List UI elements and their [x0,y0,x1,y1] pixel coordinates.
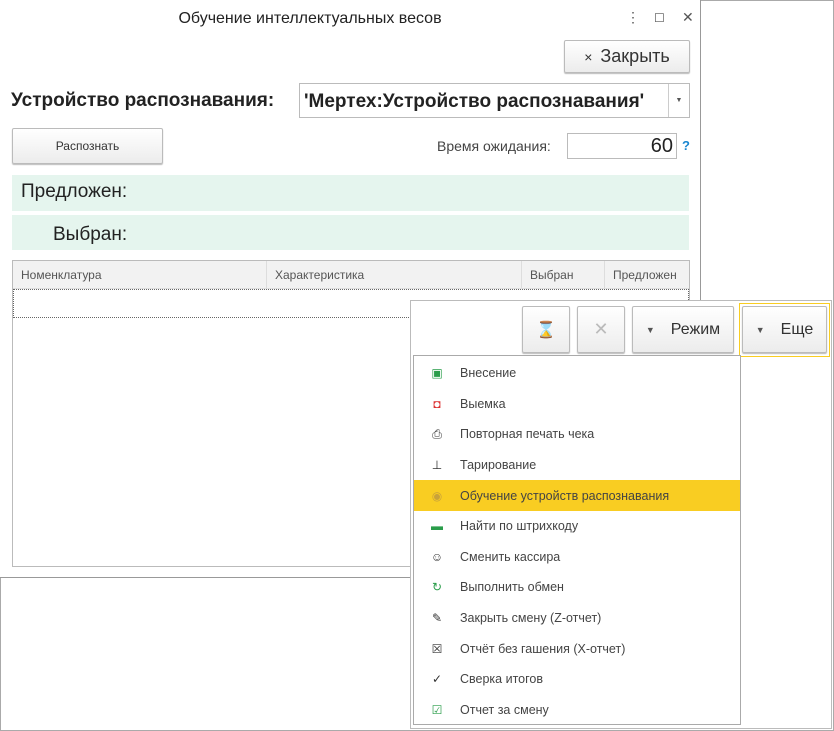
menu-item-icon: ☑ [431,702,443,717]
menu-item-label: Повторная печать чека [460,427,595,442]
table-header: Номенклатура Характеристика Выбран Предл… [13,261,689,289]
selected-panel: Выбран: [12,215,689,250]
col-characteristic[interactable]: Характеристика [267,261,522,288]
menu-item[interactable]: ☒ Отчёт без гашения (X-отчет) [414,633,740,664]
menu-item[interactable]: ↻ Выполнить обмен [414,572,740,603]
menu-item-label: Внесение [460,366,517,381]
menu-item-label: Сменить кассира [460,549,561,564]
close-x-icon: × [584,48,593,65]
menu-item[interactable]: ◉ Обучение устройств распознавания [414,480,740,511]
menu-item-label: Найти по штрихкоду [460,519,579,534]
menu-item[interactable]: ☺ Сменить кассира [414,542,740,573]
menu-item-label: Закрыть смену (Z-отчет) [460,611,602,626]
device-value: 'Мертех:Устройство распознавания' [304,91,645,112]
menu-item[interactable]: ☑ Отчет за смену [414,695,740,726]
menu-item-label: Обучение устройств распознавания [460,488,670,503]
wait-button[interactable]: ⌛ [522,306,570,353]
suggested-label: Предложен: [21,181,128,202]
suggested-panel: Предложен: [12,175,689,211]
menu-item[interactable]: ▣ Внесение [414,358,740,389]
dropdown-icon[interactable]: ▼ [668,84,689,117]
menu-item[interactable]: ⊥ Тарирование [414,450,740,481]
mode-label: Режим [670,320,721,338]
timeout-input[interactable]: 60 [567,133,677,159]
menu-item[interactable]: ◘ Выемка [414,389,740,420]
cancel-icon: ✕ [593,319,609,339]
recognize-button[interactable]: Распознать [12,128,163,164]
menu-item[interactable]: ⎙ Повторная печать чека [414,419,740,450]
menu-item[interactable]: ✎ Закрыть смену (Z-отчет) [414,603,740,634]
mode-button[interactable]: ▼ Режим [632,306,734,353]
menu-item-icon: ✎ [431,611,443,626]
col-nomenclature[interactable]: Номенклатура [13,261,267,288]
col-suggested[interactable]: Предложен [605,261,689,288]
help-icon[interactable]: ? [682,138,690,153]
close-button-label: Закрыть [600,46,670,66]
triangle-down-icon: ▼ [645,324,655,335]
timeout-label: Время ожидания: [437,138,551,154]
more-icon[interactable]: ⋮ [626,9,640,26]
menu-item-icon: ☒ [431,641,443,656]
more-menu: ▣ Внесение ◘ Выемка ⎙ Повторная печать чека ⊥ Т… [413,355,741,725]
menu-item-icon: ▣ [431,366,443,381]
triangle-down-icon: ▼ [755,324,765,335]
menu-item-label: Выемка [460,396,506,411]
timeout-value: 60 [650,135,673,157]
menu-item-label: Отчет за смену [460,702,549,717]
menu-item-icon: ⎙ [432,426,442,441]
close-button[interactable]: × Закрыть [564,40,690,73]
device-select[interactable]: 'Мертех:Устройство распознавания' ▼ [299,83,690,118]
menu-item-label: Тарирование [460,458,537,473]
selected-label: Выбран: [53,224,128,245]
menu-item-icon: ◉ [431,488,443,503]
menu-item-label: Выполнить обмен [460,580,564,595]
cancel-button[interactable]: ✕ [577,306,625,353]
close-icon[interactable]: ✕ [682,9,694,26]
menu-item[interactable]: ▬ Найти по штрихкоду [414,511,740,542]
menu-item-icon: ↻ [431,580,443,595]
menu-item-icon: ☺ [430,549,444,564]
device-label: Устройство распознавания: [11,90,275,111]
more-button[interactable]: ▼ Еще [742,306,827,353]
menu-item-icon: ⊥ [431,458,443,473]
col-selected[interactable]: Выбран [522,261,605,288]
menu-item-label: Отчёт без гашения (X-отчет) [460,641,626,656]
menu-item-label: Сверка итогов [460,672,543,687]
menu-item[interactable]: ✓ Сверка итогов [414,664,740,695]
menu-item-icon: ✓ [431,672,443,687]
more-label: Еще [780,320,814,338]
hourglass-icon: ⌛ [536,321,556,339]
maximize-icon[interactable]: ☐ [654,11,665,25]
window-title: Обучение интеллектуальных весов [178,10,442,27]
menu-item-icon: ▬ [431,519,443,534]
menu-item-icon: ◘ [433,396,441,411]
